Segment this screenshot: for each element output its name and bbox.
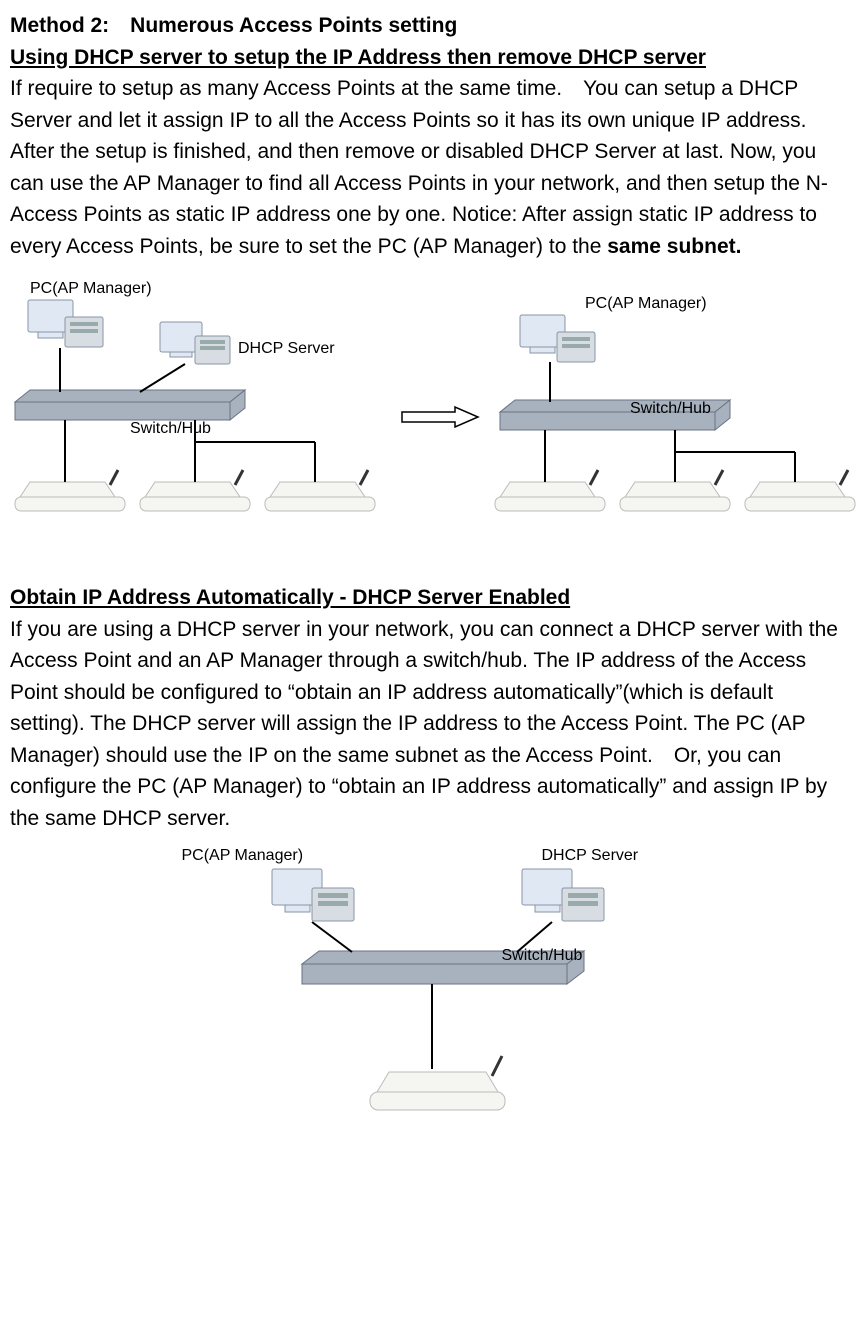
diagramB-pc-label: PC(AP Manager): [585, 292, 707, 316]
diagram-right: PC(AP Manager) Switch/Hub: [490, 282, 863, 552]
diagramC-dhcp-label: DHCP Server: [542, 844, 639, 868]
method2-body-bold: same subnet.: [607, 235, 741, 258]
pc-icon: [28, 300, 103, 347]
arrow-icon: [400, 405, 480, 429]
ap-icon-1: [15, 470, 125, 511]
section2-body: If you are using a DHCP server in your n…: [10, 614, 853, 835]
ap-icon-3: [745, 470, 855, 511]
dhcp-icon: [160, 322, 230, 364]
switch-icon: [15, 390, 245, 420]
diagram-bottom: PC(AP Manager) DHCP Server Switch/Hub: [152, 844, 712, 1134]
method2-title: Method 2: Numerous Access Points setting: [10, 10, 853, 42]
diagramA-switch-label: Switch/Hub: [130, 417, 211, 441]
ap-icon-3: [265, 470, 375, 511]
diagramB-switch-label: Switch/Hub: [630, 397, 711, 421]
diagram-left: PC(AP Manager) DHCP Server Switch/Hub: [10, 282, 390, 552]
ap-icon: [370, 1056, 505, 1110]
dhcp-icon: [522, 869, 604, 921]
diagramA-pc-label: PC(AP Manager): [30, 277, 152, 301]
diagramC-switch-label: Switch/Hub: [502, 944, 583, 968]
section2-title: Obtain IP Address Automatically - DHCP S…: [10, 582, 853, 614]
pc-icon: [520, 315, 595, 362]
diagram-bottom-svg: [152, 844, 712, 1134]
ap-icon-1: [495, 470, 605, 511]
method2-body-pre: If require to setup as many Access Point…: [10, 77, 828, 258]
diagram-row-top: PC(AP Manager) DHCP Server Switch/Hub: [10, 282, 853, 552]
method2-subtitle: Using DHCP server to setup the IP Addres…: [10, 42, 853, 74]
diagramA-dhcp-label: DHCP Server: [238, 337, 335, 361]
method2-body: If require to setup as many Access Point…: [10, 73, 853, 262]
pc-icon: [272, 869, 354, 921]
diagramC-pc-label: PC(AP Manager): [182, 844, 304, 868]
